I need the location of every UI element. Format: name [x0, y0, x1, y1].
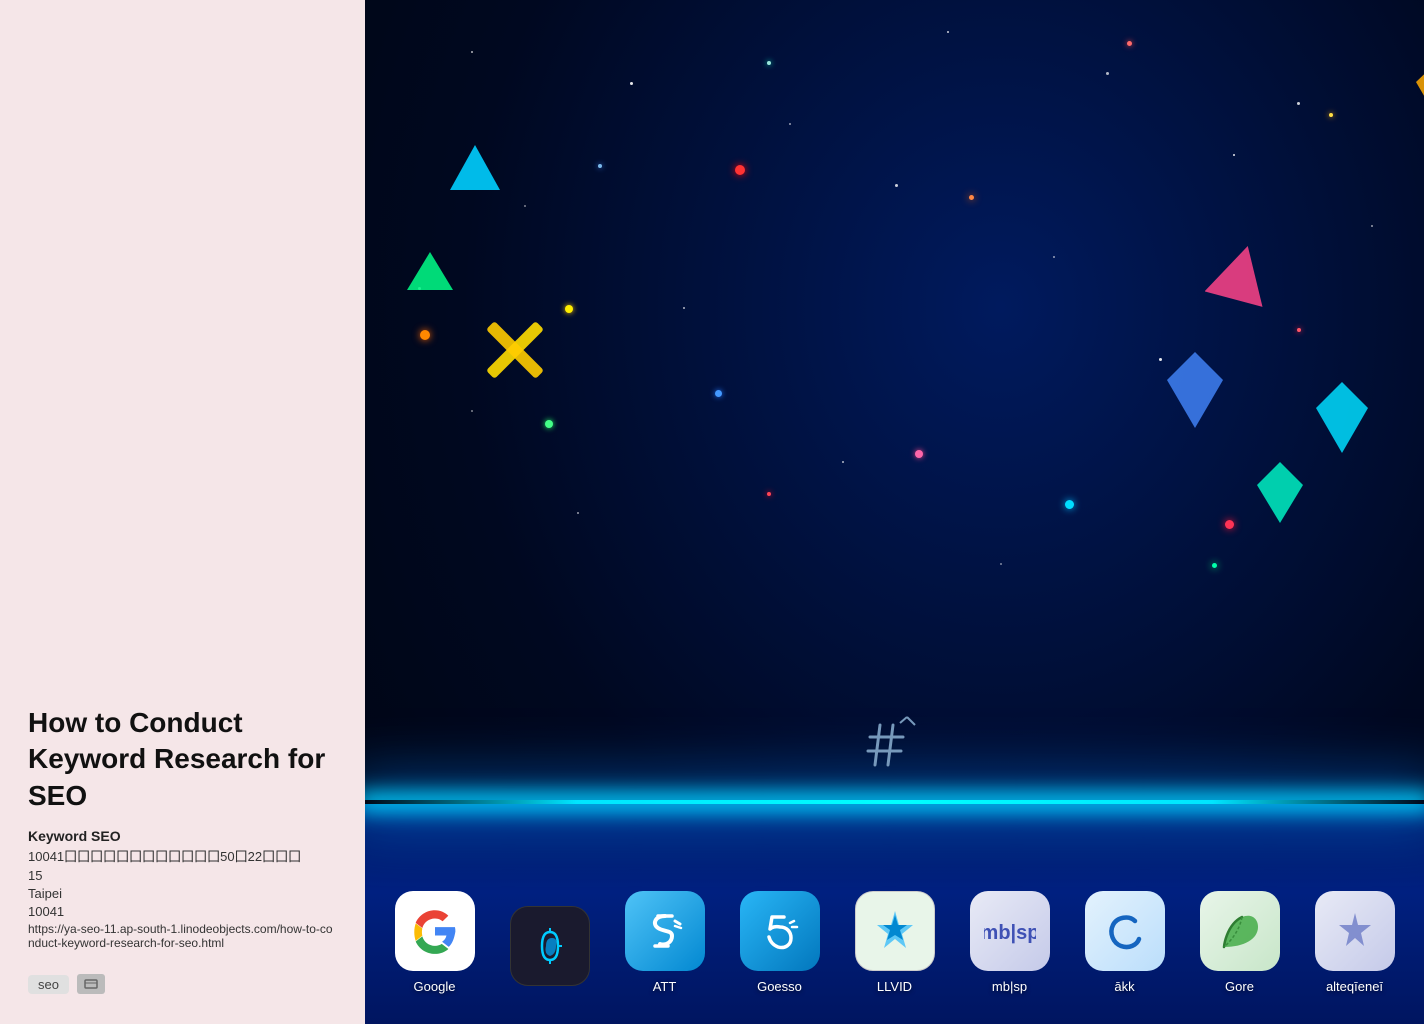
- dot-orange: [420, 330, 430, 340]
- app-label-google: Google: [414, 979, 456, 994]
- app-bar: Google: [365, 891, 1424, 994]
- dot-blue: [715, 390, 722, 397]
- app-icon-dark[interactable]: [510, 906, 590, 986]
- meta-line4: 10041: [28, 904, 337, 919]
- app-item-gore[interactable]: Gore: [1182, 891, 1297, 994]
- app-item-goesso[interactable]: Goesso: [722, 891, 837, 994]
- gem-cyan-diamond: [1315, 380, 1370, 455]
- gem-green-arrow: [405, 250, 455, 300]
- tag-badge[interactable]: seo: [28, 975, 69, 994]
- article-title: How to Conduct Keyword Research for SEO: [28, 705, 337, 814]
- app-icon-alt[interactable]: [1315, 891, 1395, 971]
- app-label-mbsp: mb|sp: [992, 979, 1027, 994]
- att-logo-icon: [640, 906, 690, 956]
- app-icon-google[interactable]: [395, 891, 475, 971]
- alt-logo-icon: [1329, 905, 1381, 957]
- app-item-akk[interactable]: ākk: [1067, 891, 1182, 994]
- app-label-alt: alteqīeneī: [1326, 979, 1383, 994]
- dark-logo-icon: [528, 924, 572, 968]
- gem-orange-diamond: [1415, 60, 1424, 120]
- gem-cyan-triangle: [445, 140, 505, 200]
- llvid-logo-icon: [869, 905, 921, 957]
- dot-yellow: [565, 305, 573, 313]
- app-item-llvid[interactable]: LLVID: [837, 891, 952, 994]
- meta-line3: Taipei: [28, 886, 337, 901]
- dot-red2: [1225, 520, 1234, 529]
- hashtag-symbol: [865, 715, 925, 784]
- meta-url: https://ya-seo-11.ap-south-1.linodeobjec…: [28, 922, 337, 950]
- goesso-logo-icon: [754, 905, 806, 957]
- dot-cyan2: [1065, 500, 1074, 509]
- gem-yellow-x: [475, 310, 555, 390]
- gem-pink-triangle: [1205, 240, 1275, 310]
- app-icon-mbsp[interactable]: mb|sp: [970, 891, 1050, 971]
- app-label-llvid: LLVID: [877, 979, 912, 994]
- gem-blue-diamond: [1165, 350, 1225, 430]
- right-panel: Google: [365, 0, 1424, 1024]
- meta-line2: 15: [28, 868, 337, 883]
- app-item-dark[interactable]: [492, 906, 607, 994]
- svg-text:mb|sp: mb|sp: [984, 922, 1036, 944]
- app-label-goesso: Goesso: [757, 979, 802, 994]
- app-item-att[interactable]: ATT: [607, 891, 722, 994]
- app-icon-gore[interactable]: [1200, 891, 1280, 971]
- left-panel: How to Conduct Keyword Research for SEO …: [0, 0, 365, 1024]
- app-item-mbsp[interactable]: mb|sp mb|sp: [952, 891, 1067, 994]
- dot-pink: [915, 450, 923, 458]
- gore-logo-icon: [1214, 905, 1266, 957]
- app-item-alt[interactable]: alteqīeneī: [1297, 891, 1412, 994]
- app-item-google[interactable]: Google: [377, 891, 492, 994]
- akk-logo-icon: [1099, 905, 1151, 957]
- app-icon-akk[interactable]: [1085, 891, 1165, 971]
- app-label-att: ATT: [653, 979, 677, 994]
- meta-section: Keyword SEO 10041囗囗囗囗囗囗囗囗囗囗囗囗50囗22囗囗囗 15…: [28, 828, 337, 962]
- app-label-gore: Gore: [1225, 979, 1254, 994]
- meta-label: Keyword SEO: [28, 828, 337, 844]
- app-icon-llvid[interactable]: [855, 891, 935, 971]
- floor-glow-line: [365, 800, 1424, 804]
- dot-green2: [545, 420, 553, 428]
- mbsp-logo-icon: mb|sp: [984, 905, 1036, 957]
- google-logo-icon: [411, 907, 459, 955]
- app-icon-att[interactable]: [625, 891, 705, 971]
- dot-red: [735, 165, 745, 175]
- app-icon-goesso[interactable]: [740, 891, 820, 971]
- bookmark-icon: [84, 979, 98, 989]
- meta-line1: 10041囗囗囗囗囗囗囗囗囗囗囗囗50囗22囗囗囗: [28, 846, 337, 865]
- icon-box[interactable]: [77, 974, 105, 994]
- tag-section: seo: [28, 974, 337, 994]
- app-label-akk: ākk: [1114, 979, 1134, 994]
- gem-green-diamond: [1255, 460, 1305, 525]
